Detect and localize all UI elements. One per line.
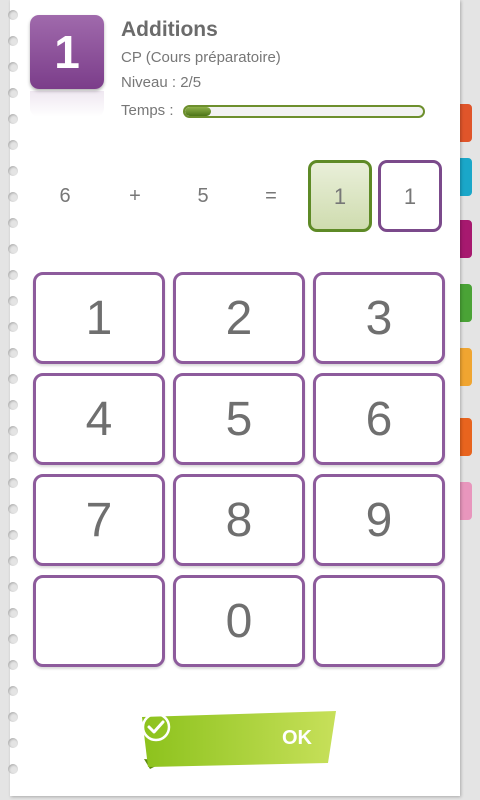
key-2[interactable]: 2 [173,272,305,364]
exercise-number-badge: 1 [30,15,104,89]
answer-digit-box[interactable]: 1 [308,160,372,232]
spiral-holes [4,0,24,796]
spiral-hole [8,62,18,72]
time-progress-fill [185,107,212,116]
spiral-hole [8,530,18,540]
spiral-hole [8,504,18,514]
checkmark-circle-icon [141,712,171,742]
equals-sign: = [265,185,277,207]
spiral-hole [8,712,18,722]
spiral-hole [8,140,18,150]
key-0[interactable]: 0 [173,575,305,667]
time-progress-bar [183,105,425,118]
spiral-hole [8,582,18,592]
spiral-hole [8,478,18,488]
spiral-hole [8,218,18,228]
level-label: Niveau : 2/5 [121,74,202,91]
spiral-hole [8,764,18,774]
operand-1: 6 [59,185,71,207]
answer-digit-box[interactable]: 1 [378,160,442,232]
spiral-hole [8,244,18,254]
key-8[interactable]: 8 [173,474,305,566]
key-4[interactable]: 4 [33,373,165,465]
key-9[interactable]: 9 [313,474,445,566]
spiral-hole [8,452,18,462]
key-blank-right[interactable] [313,575,445,667]
spiral-hole [8,322,18,332]
spiral-hole [8,10,18,20]
spiral-hole [8,348,18,358]
key-1[interactable]: 1 [33,272,165,364]
key-5[interactable]: 5 [173,373,305,465]
spiral-hole [8,166,18,176]
spiral-hole [8,374,18,384]
spiral-hole [8,400,18,410]
operand-2: 5 [197,185,209,207]
spiral-hole [8,114,18,124]
key-blank-left[interactable] [33,575,165,667]
time-label: Temps : [121,102,174,119]
spiral-hole [8,426,18,436]
key-3[interactable]: 3 [313,272,445,364]
notebook-page: 1 Additions CP (Cours préparatoire) Nive… [8,0,460,796]
spiral-hole [8,660,18,670]
spiral-hole [8,36,18,46]
spiral-hole [8,738,18,748]
badge-reflection [30,91,104,117]
spiral-hole [8,634,18,644]
grade-label: CP (Cours préparatoire) [121,49,281,66]
exercise-info: Additions CP (Cours préparatoire) Niveau… [121,18,281,99]
ok-button[interactable]: OK [140,711,338,769]
spiral-hole [8,88,18,98]
key-7[interactable]: 7 [33,474,165,566]
exercise-title: Additions [121,18,218,41]
operator-plus: + [129,185,141,207]
spiral-hole [8,270,18,280]
timer-row: Temps : [121,102,431,124]
key-6[interactable]: 6 [313,373,445,465]
ok-button-label: OK [282,727,312,749]
spiral-hole [8,556,18,566]
spiral-hole [8,192,18,202]
spiral-hole [8,686,18,696]
spiral-hole [8,608,18,618]
spiral-hole [8,296,18,306]
